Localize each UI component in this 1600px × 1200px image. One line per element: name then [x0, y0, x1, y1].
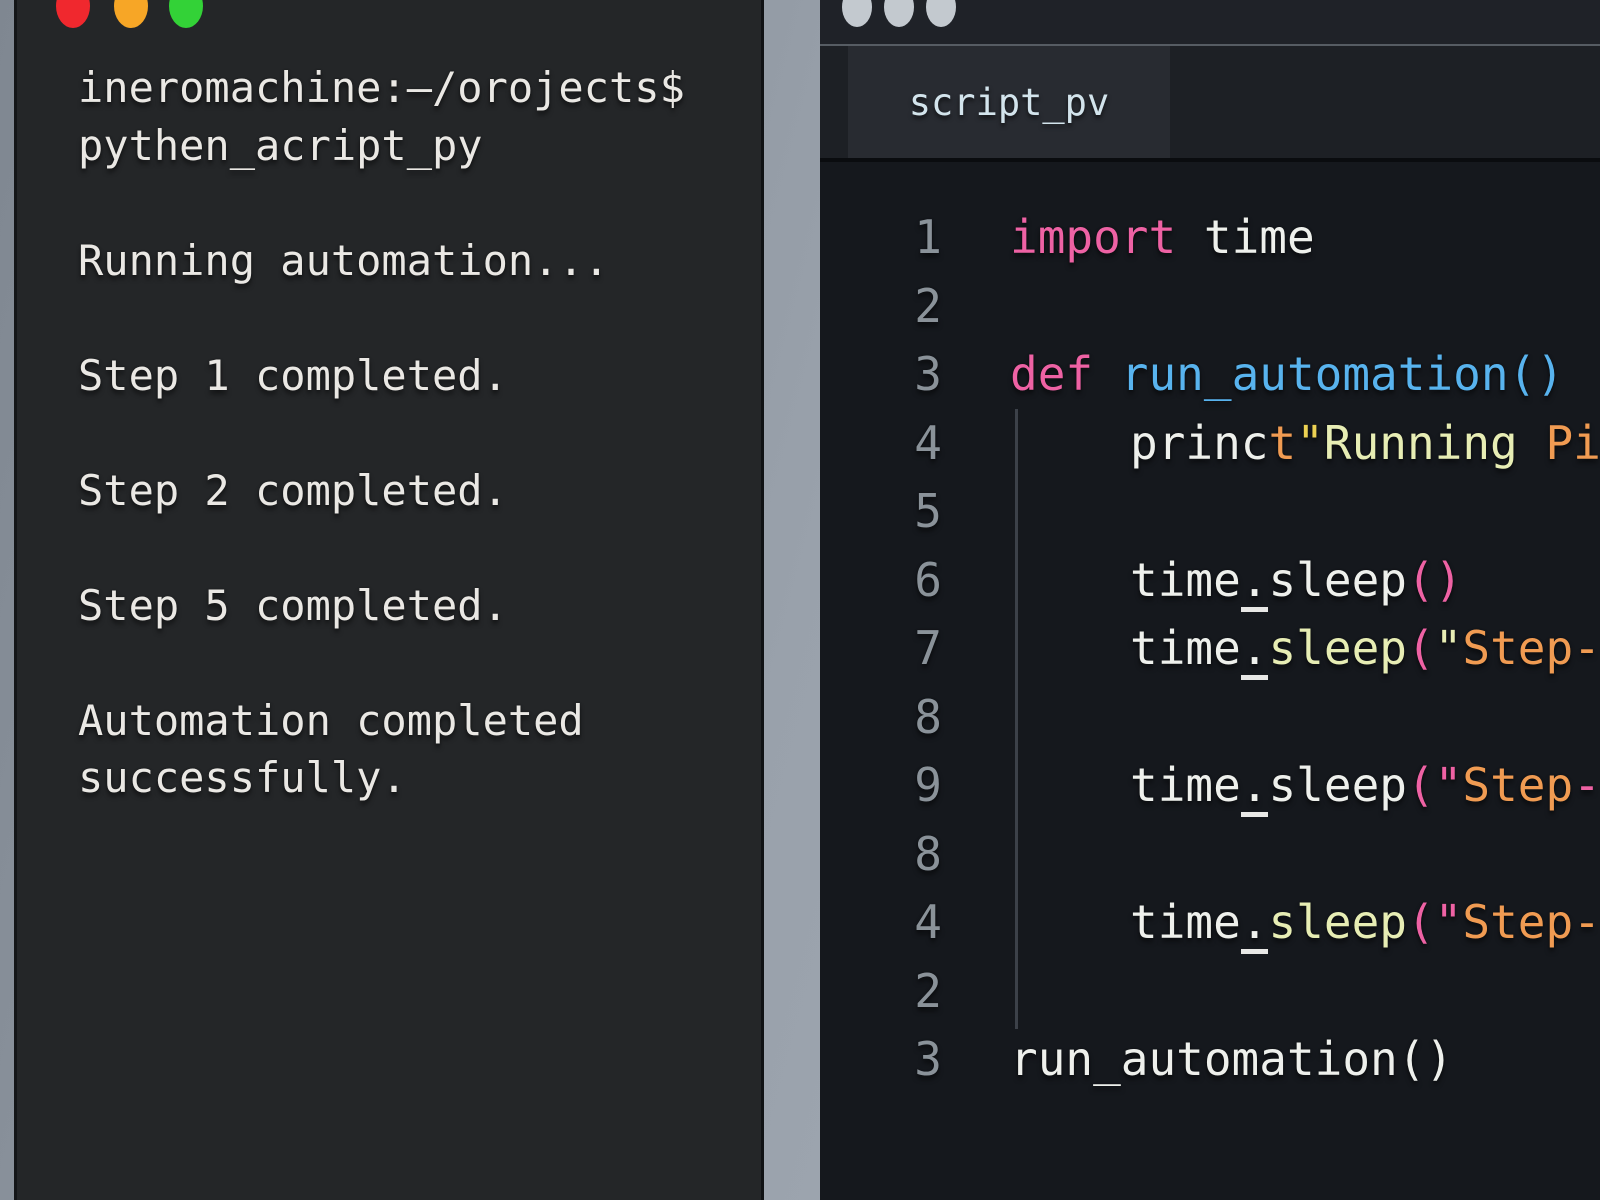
code-text: time.sleep() [1010, 546, 1462, 615]
terminal-line: ineromachine:–/orojects$ [78, 59, 755, 117]
code-text: time.sleep("Step- [1010, 888, 1600, 957]
terminal-line [78, 289, 755, 347]
line-number: 4 [820, 409, 942, 478]
code-text: def run_automation() [1010, 340, 1564, 409]
code-line: 8 [820, 820, 1600, 889]
code-line: 1 import time [820, 203, 1600, 272]
terminal-line: successfully. [78, 749, 755, 807]
code-line: 4 time.sleep("Step- [820, 888, 1600, 957]
code-text [1010, 477, 1130, 546]
terminal-output[interactable]: ineromachine:–/orojects$pythen_acript_py… [78, 59, 755, 807]
code-line: 3 def run_automation() [820, 340, 1600, 409]
zoom-traffic-light-icon[interactable] [169, 0, 203, 28]
tab-script-pv[interactable]: script_pv [848, 46, 1170, 158]
line-number: 9 [820, 751, 942, 820]
terminal-line [78, 404, 755, 462]
line-number: 7 [820, 614, 942, 683]
terminal-line: pythen_acript_py [78, 117, 755, 175]
terminal-line: Step 5 completed. [78, 577, 755, 635]
code-line: 5 [820, 477, 1600, 546]
editor-tabbar: script_pv [820, 46, 1600, 162]
code-text: time.sleep("Step- [1010, 751, 1600, 820]
line-number: 3 [820, 340, 942, 409]
code-text [1010, 683, 1130, 752]
terminal-line: Automation completed [78, 692, 755, 750]
terminal-line [78, 519, 755, 577]
code-line: 7 time.sleep("Step- [820, 614, 1600, 683]
code-text: import time [1010, 203, 1315, 272]
terminal-line [78, 174, 755, 232]
line-number: 5 [820, 477, 942, 546]
line-number: 2 [820, 957, 942, 1026]
editor-titlebar[interactable] [820, 0, 1600, 46]
terminal-line [78, 634, 755, 692]
code-line: 9 time.sleep("Step- [820, 751, 1600, 820]
terminal-line: Running automation... [78, 232, 755, 290]
code-text: run_automation() [1010, 1025, 1453, 1094]
code-text [1010, 957, 1130, 1026]
minimize-traffic-light-icon[interactable] [884, 0, 914, 27]
zoom-traffic-light-icon[interactable] [926, 0, 956, 27]
close-traffic-light-icon[interactable] [842, 0, 872, 27]
minimize-traffic-light-icon[interactable] [114, 0, 148, 28]
code-text: time.sleep("Step- [1010, 614, 1600, 683]
terminal-line: Step 1 completed. [78, 347, 755, 405]
indent-guide [1015, 409, 1018, 1029]
tab-label: script_pv [909, 81, 1109, 124]
line-number: 4 [820, 888, 942, 957]
line-number: 8 [820, 820, 942, 889]
terminal-window: ineromachine:–/orojects$pythen_acript_py… [14, 0, 764, 1200]
terminal-line: Step 2 completed. [78, 462, 755, 520]
code-line: 6 time.sleep() [820, 546, 1600, 615]
line-number: 8 [820, 683, 942, 752]
close-traffic-light-icon[interactable] [56, 0, 90, 28]
line-number: 1 [820, 203, 942, 272]
code-line: 2 [820, 957, 1600, 1026]
editor-body[interactable]: 1import time23def run_automation()4princ… [820, 162, 1600, 1196]
code-lines: 1import time23def run_automation()4princ… [820, 162, 1600, 1094]
line-number: 6 [820, 546, 942, 615]
code-line: 4 princt"Running Pi [820, 409, 1600, 478]
line-number: 3 [820, 1025, 942, 1094]
code-line: 2 [820, 272, 1600, 341]
code-line: 8 [820, 683, 1600, 752]
code-editor-window: script_pv 1import time23def run_automati… [820, 0, 1600, 1200]
code-line: 3 run_automation() [820, 1025, 1600, 1094]
code-text [1010, 820, 1130, 889]
line-number: 2 [820, 272, 942, 341]
code-text: princt"Running Pi [1010, 409, 1600, 478]
